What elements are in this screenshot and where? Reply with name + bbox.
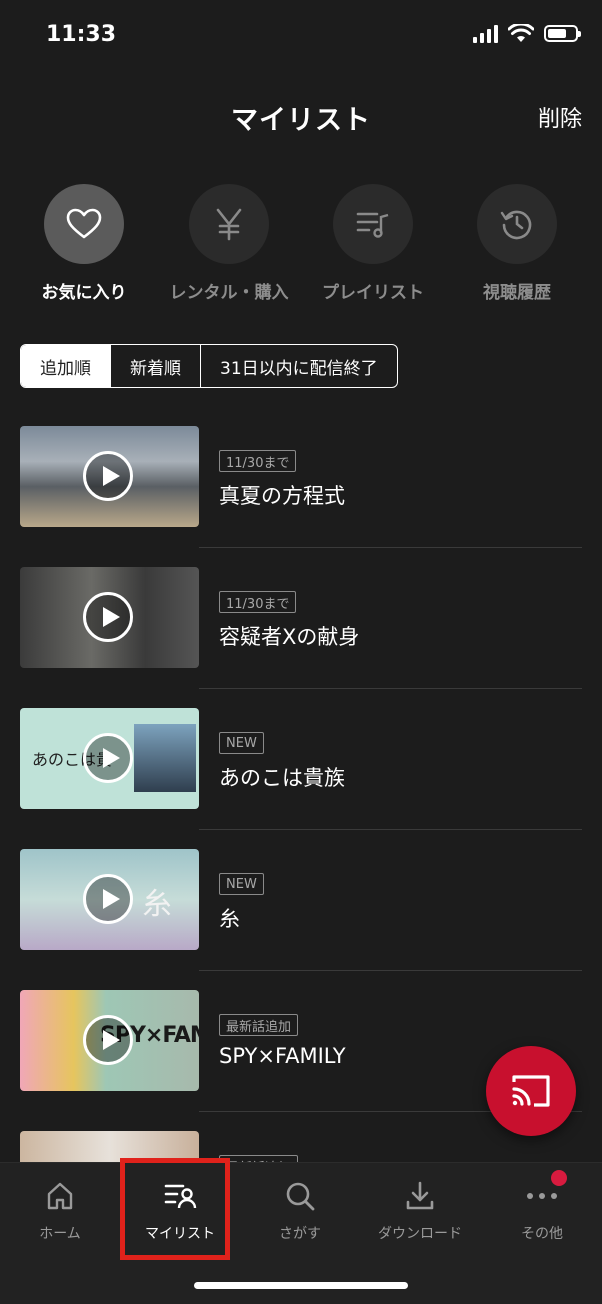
status-badge: 11/30まで — [219, 591, 297, 613]
item-title: 真夏の方程式 — [219, 484, 345, 508]
divider — [199, 688, 582, 689]
list-item[interactable]: 11/30まで 真夏の方程式 — [0, 426, 602, 567]
category-label: レンタル・購入 — [169, 283, 289, 303]
wifi-icon — [508, 24, 534, 42]
thumbnail[interactable] — [20, 567, 199, 668]
status-badge: NEW — [219, 873, 264, 895]
tab-label: さがす — [279, 1226, 321, 1242]
tab-home[interactable]: ホーム — [0, 1179, 120, 1243]
cast-icon — [512, 1075, 550, 1107]
item-title: SPY×FAMILY — [219, 1044, 346, 1068]
battery-icon — [544, 25, 581, 42]
tab-label: ダウンロード — [378, 1226, 462, 1242]
tab-label: その他 — [521, 1226, 563, 1242]
tab-more[interactable]: その他 — [482, 1179, 602, 1243]
download-icon — [360, 1179, 480, 1213]
list-item[interactable]: 糸 NEW 糸 — [0, 849, 602, 990]
status-badge: 11/30まで — [219, 450, 297, 472]
category-label: お気に入り — [41, 283, 127, 303]
heart-icon — [44, 184, 124, 264]
thumbnail-text: 糸 — [142, 887, 172, 922]
cast-button[interactable] — [486, 1046, 576, 1136]
status-time: 11:33 — [46, 22, 117, 47]
more-icon — [482, 1179, 602, 1213]
thumbnail[interactable]: SPY×FAMILY — [20, 990, 199, 1091]
divider — [199, 970, 582, 971]
sort-tab-added[interactable]: 追加順 — [21, 345, 110, 387]
category-history[interactable]: 視聴履歴 — [442, 184, 592, 303]
mylist-list: 11/30まで 真夏の方程式 11/30まで 容疑者Xの献身 あのこは貴 NEW… — [0, 426, 602, 1272]
category-selector: お気に入り レンタル・購入 プレイリスト 視聴履歴 — [0, 184, 602, 304]
home-indicator[interactable] — [194, 1282, 408, 1289]
status-badge: NEW — [219, 732, 264, 754]
sort-tab-newest[interactable]: 新着順 — [110, 345, 200, 387]
status-icons — [473, 24, 581, 43]
home-icon — [0, 1179, 120, 1213]
page-title: マイリスト — [231, 105, 371, 136]
yen-icon — [189, 184, 269, 264]
sort-tabs: 追加順 新着順 31日以内に配信終了 — [20, 344, 398, 388]
thumbnail[interactable]: 糸 — [20, 849, 199, 950]
category-favorites[interactable]: お気に入り — [9, 184, 159, 303]
notification-dot — [551, 1170, 567, 1186]
tab-label: ホーム — [39, 1226, 81, 1242]
thumbnail[interactable]: あのこは貴 — [20, 708, 199, 809]
header: マイリスト 削除 — [0, 92, 602, 140]
list-item[interactable]: 11/30まで 容疑者Xの献身 — [0, 567, 602, 708]
category-label: 視聴履歴 — [483, 283, 551, 303]
play-icon[interactable] — [83, 874, 133, 924]
list-item[interactable]: あのこは貴 NEW あのこは貴族 — [0, 708, 602, 849]
history-icon — [477, 184, 557, 264]
category-playlist[interactable]: プレイリスト — [298, 184, 448, 303]
tab-download[interactable]: ダウンロード — [360, 1179, 480, 1243]
tab-search[interactable]: さがす — [240, 1179, 360, 1243]
status-badge: 最新話追加 — [219, 1014, 299, 1036]
delete-button[interactable]: 削除 — [538, 101, 582, 133]
playlist-icon — [333, 184, 413, 264]
search-icon — [240, 1179, 360, 1213]
highlight-box — [120, 1158, 230, 1260]
category-rental[interactable]: レンタル・購入 — [154, 184, 304, 303]
play-icon[interactable] — [83, 451, 133, 501]
play-icon[interactable] — [83, 592, 133, 642]
item-title: 容疑者Xの献身 — [219, 625, 360, 649]
thumbnail[interactable] — [20, 426, 199, 527]
signal-icon — [473, 24, 498, 43]
item-title: 糸 — [219, 907, 240, 931]
item-title: あのこは貴族 — [219, 766, 345, 790]
play-icon[interactable] — [83, 1015, 133, 1065]
category-label: プレイリスト — [322, 283, 424, 303]
divider — [199, 547, 582, 548]
divider — [199, 829, 582, 830]
play-icon[interactable] — [83, 733, 133, 783]
sort-tab-ending-soon[interactable]: 31日以内に配信終了 — [200, 345, 397, 387]
status-bar: 11:33 — [0, 0, 602, 74]
